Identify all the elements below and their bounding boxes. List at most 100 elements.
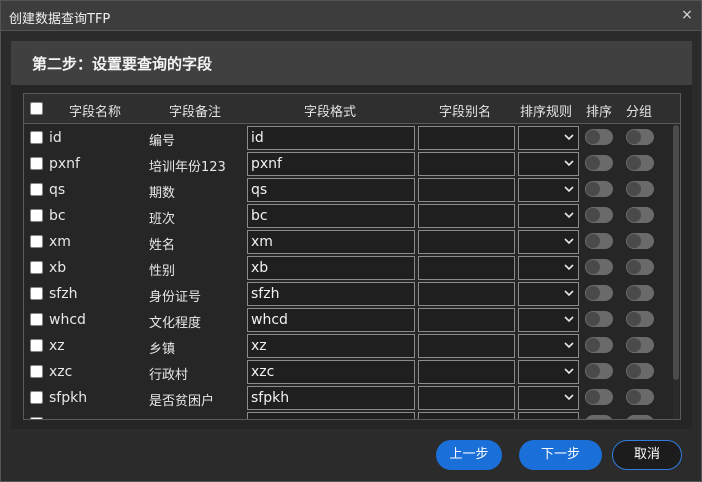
group-toggle[interactable]: [626, 181, 654, 197]
group-toggle[interactable]: [626, 311, 654, 327]
sort-toggle[interactable]: [585, 415, 613, 419]
sort-toggle[interactable]: [585, 337, 613, 353]
sort-rule-select[interactable]: [518, 126, 579, 150]
header-field-name: 字段名称: [69, 105, 122, 120]
field-format-input[interactable]: [247, 256, 415, 280]
next-step-button[interactable]: 下一步: [519, 440, 602, 470]
field-format-input[interactable]: [247, 204, 415, 228]
sort-toggle[interactable]: [585, 363, 613, 379]
field-format-input[interactable]: [247, 152, 415, 176]
field-alias-input[interactable]: [418, 386, 515, 410]
toggle-knob: [627, 234, 641, 248]
row-checkbox[interactable]: [30, 261, 43, 274]
toggle-knob: [627, 312, 641, 326]
group-toggle[interactable]: [626, 155, 654, 171]
sort-toggle[interactable]: [585, 181, 613, 197]
group-toggle[interactable]: [626, 233, 654, 249]
chevron-down-icon: [564, 290, 574, 297]
field-format-input[interactable]: [247, 308, 415, 332]
group-toggle[interactable]: [626, 415, 654, 419]
field-format-input[interactable]: [247, 178, 415, 202]
chevron-down-icon: [564, 368, 574, 375]
sort-rule-select[interactable]: [518, 412, 579, 419]
field-alias-input[interactable]: [418, 178, 515, 202]
close-icon[interactable]: ×: [679, 6, 695, 24]
field-name: qs: [49, 182, 66, 198]
sort-rule-select[interactable]: [518, 256, 579, 280]
group-toggle[interactable]: [626, 337, 654, 353]
sort-rule-select[interactable]: [518, 334, 579, 358]
table-row: xm 姓名: [24, 229, 669, 255]
field-alias-input[interactable]: [418, 204, 515, 228]
sort-toggle[interactable]: [585, 259, 613, 275]
sort-rule-select[interactable]: [518, 178, 579, 202]
group-toggle[interactable]: [626, 285, 654, 301]
field-alias-input[interactable]: [418, 308, 515, 332]
row-checkbox[interactable]: [30, 391, 43, 404]
field-alias-input[interactable]: [418, 334, 515, 358]
group-toggle[interactable]: [626, 363, 654, 379]
field-format-input[interactable]: [247, 230, 415, 254]
toggle-knob: [586, 156, 600, 170]
field-name: id: [49, 130, 62, 146]
field-name: xzc: [49, 364, 73, 380]
sort-toggle[interactable]: [585, 233, 613, 249]
row-checkbox[interactable]: [30, 183, 43, 196]
table-row: xb 性别: [24, 255, 669, 281]
sort-rule-select[interactable]: [518, 308, 579, 332]
field-alias-input[interactable]: [418, 282, 515, 306]
row-checkbox[interactable]: [30, 313, 43, 326]
field-name: sfzh: [49, 286, 78, 302]
toggle-knob: [627, 286, 641, 300]
field-format-input[interactable]: [247, 126, 415, 150]
toggle-knob: [586, 364, 600, 378]
toggle-knob: [586, 390, 600, 404]
field-format-input[interactable]: [247, 412, 415, 419]
scrollbar-thumb[interactable]: [673, 125, 679, 380]
field-format-input[interactable]: [247, 386, 415, 410]
chevron-down-icon: [564, 342, 574, 349]
sort-rule-select[interactable]: [518, 204, 579, 228]
sort-toggle[interactable]: [585, 207, 613, 223]
row-checkbox[interactable]: [30, 339, 43, 352]
group-toggle[interactable]: [626, 129, 654, 145]
sort-rule-select[interactable]: [518, 360, 579, 384]
field-alias-input[interactable]: [418, 230, 515, 254]
field-remark: 性别: [149, 264, 176, 279]
group-toggle[interactable]: [626, 259, 654, 275]
field-alias-input[interactable]: [418, 256, 515, 280]
select-all-checkbox[interactable]: [30, 102, 43, 115]
table-scrollbar[interactable]: [673, 125, 679, 419]
sort-toggle[interactable]: [585, 129, 613, 145]
row-checkbox[interactable]: [30, 157, 43, 170]
group-toggle[interactable]: [626, 207, 654, 223]
sort-toggle[interactable]: [585, 311, 613, 327]
sort-rule-select[interactable]: [518, 230, 579, 254]
field-remark: 培训年份123: [149, 160, 226, 175]
row-checkbox[interactable]: [30, 417, 43, 419]
prev-step-button[interactable]: 上一步: [436, 440, 502, 470]
toggle-knob: [586, 260, 600, 274]
sort-toggle[interactable]: [585, 155, 613, 171]
field-alias-input[interactable]: [418, 412, 515, 419]
table-row: sfzh 身份证号: [24, 281, 669, 307]
cancel-button[interactable]: 取消: [612, 440, 682, 470]
sort-toggle[interactable]: [585, 285, 613, 301]
sort-rule-select[interactable]: [518, 152, 579, 176]
field-alias-input[interactable]: [418, 126, 515, 150]
field-format-input[interactable]: [247, 334, 415, 358]
field-alias-input[interactable]: [418, 360, 515, 384]
row-checkbox[interactable]: [30, 131, 43, 144]
row-checkbox[interactable]: [30, 365, 43, 378]
sort-rule-select[interactable]: [518, 386, 579, 410]
field-format-input[interactable]: [247, 282, 415, 306]
toggle-knob: [627, 182, 641, 196]
field-format-input[interactable]: [247, 360, 415, 384]
row-checkbox[interactable]: [30, 209, 43, 222]
group-toggle[interactable]: [626, 389, 654, 405]
field-alias-input[interactable]: [418, 152, 515, 176]
sort-toggle[interactable]: [585, 389, 613, 405]
sort-rule-select[interactable]: [518, 282, 579, 306]
row-checkbox[interactable]: [30, 235, 43, 248]
row-checkbox[interactable]: [30, 287, 43, 300]
